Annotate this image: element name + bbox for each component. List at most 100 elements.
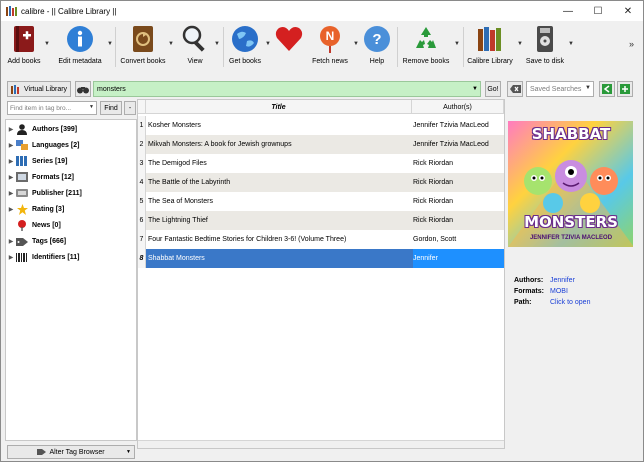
book-title[interactable]: Four Fantastic Bedtime Stories for Child… <box>148 230 410 249</box>
help-button[interactable]: ? Help <box>361 21 393 73</box>
calibre-library-dropdown-icon[interactable]: ▼ <box>517 41 523 47</box>
table-row[interactable]: 1 Kosher Monsters Jennifer Tzivia MacLeo… <box>138 116 504 135</box>
book-cover[interactable]: SHABBAT MONSTERS JENNIFER TZIVIA MACLEOD <box>508 121 634 247</box>
view-dropdown-icon[interactable]: ▼ <box>214 41 220 47</box>
expand-arrow-icon[interactable]: ▶ <box>6 206 16 213</box>
authors-column-header[interactable]: Author(s) <box>412 100 504 114</box>
tag-category-rating[interactable]: ▶ Rating [3] <box>6 202 136 216</box>
expand-arrow-icon[interactable]: ▶ <box>6 190 16 197</box>
save-to-disk-button[interactable]: Save to disk <box>525 21 565 73</box>
path-link[interactable]: Click to open <box>550 299 590 310</box>
title-column-header[interactable]: Title <box>146 100 412 114</box>
table-row[interactable]: 5 The Sea of Monsters Rick Riordan <box>138 192 504 211</box>
maximize-button[interactable]: ☐ <box>583 1 613 21</box>
star-icon <box>16 203 28 215</box>
table-row[interactable]: 6 The Lightning Thief Rick Riordan <box>138 211 504 230</box>
expand-arrow-icon[interactable]: ▶ <box>6 126 16 133</box>
globe-icon <box>232 26 258 52</box>
details-scrollbar[interactable] <box>633 99 641 449</box>
search-bar: Virtual Library monsters ▼ Go! Saved Sea… <box>1 79 643 99</box>
book-title[interactable]: Shabbat Monsters <box>148 249 410 268</box>
add-books-dropdown-icon[interactable]: ▼ <box>44 41 50 47</box>
table-row[interactable]: 3 The Demigod Files Rick Riordan <box>138 154 504 173</box>
remove-books-dropdown-icon[interactable]: ▼ <box>454 41 460 47</box>
virtual-library-button[interactable]: Virtual Library <box>7 81 71 97</box>
close-button[interactable]: ✕ <box>613 1 643 21</box>
get-books-dropdown-icon[interactable]: ▼ <box>265 41 271 47</box>
calibre-library-button[interactable]: Calibre Library <box>465 21 515 73</box>
saved-searches-select[interactable]: Saved Searches ▼ <box>526 81 594 97</box>
get-books-button[interactable]: Get books <box>227 21 263 73</box>
book-author[interactable]: Gordon, Scott <box>413 230 504 249</box>
library-small-icon <box>11 84 19 94</box>
fetch-news-dropdown-icon[interactable]: ▼ <box>353 41 359 47</box>
go-button[interactable]: Go! <box>485 81 501 97</box>
book-author[interactable]: Rick Riordan <box>413 211 504 230</box>
book-author[interactable]: Rick Riordan <box>413 154 504 173</box>
find-item-input[interactable]: Find item in tag bro... ▼ <box>7 101 97 115</box>
book-title[interactable]: Kosher Monsters <box>148 116 410 135</box>
authors-link[interactable]: Jennifer <box>550 277 575 288</box>
add-books-button[interactable]: Add books <box>7 21 41 73</box>
table-row[interactable]: 7 Four Fantastic Bedtime Stories for Chi… <box>138 230 504 249</box>
edit-metadata-dropdown-icon[interactable]: ▼ <box>107 41 113 47</box>
table-row-selected[interactable]: 8 Shabbat Monsters Jennifer <box>138 249 504 268</box>
table-row[interactable]: 4 The Battle of the Labyrinth Rick Riord… <box>138 173 504 192</box>
book-author[interactable]: Rick Riordan <box>413 173 504 192</box>
book-title[interactable]: The Lightning Thief <box>148 211 410 230</box>
tag-category-identifiers[interactable]: ▶ Identifiers [11] <box>6 250 136 264</box>
book-author[interactable]: Jennifer Tzivia MacLeod <box>413 116 504 135</box>
table-horizontal-scrollbar[interactable] <box>138 440 504 448</box>
book-title[interactable]: The Battle of the Labyrinth <box>148 173 410 192</box>
formats-link[interactable]: MOBI <box>550 288 568 299</box>
tag-category-news[interactable]: News [0] <box>6 218 136 232</box>
edit-metadata-button[interactable]: Edit metadata <box>55 21 105 73</box>
tag-category-authors[interactable]: ▶ Authors [399] <box>6 122 136 136</box>
save-to-disk-dropdown-icon[interactable]: ▼ <box>568 41 574 47</box>
calibre-window: calibre - || Calibre Library || — ☐ ✕ Ad… <box>0 0 644 462</box>
view-label: View <box>187 58 203 65</box>
tag-category-tags[interactable]: ▶ Tags [666] <box>6 234 136 248</box>
alter-tag-browser-button[interactable]: Alter Tag Browser ▼ <box>7 445 135 459</box>
pin-icon <box>16 219 28 231</box>
search-options-button[interactable] <box>75 81 91 97</box>
find-button[interactable]: Find <box>100 101 122 115</box>
search-input[interactable]: monsters <box>93 81 481 97</box>
tag-category-publisher[interactable]: ▶ Publisher [211] <box>6 186 136 200</box>
book-author[interactable]: Rick Riordan <box>413 192 504 211</box>
window-title: calibre - || Calibre Library || <box>21 6 117 16</box>
help-icon: ? <box>364 26 390 52</box>
expand-arrow-icon[interactable]: ▶ <box>6 174 16 181</box>
save-search-button[interactable] <box>617 81 633 97</box>
view-button[interactable]: View <box>179 21 211 73</box>
book-author[interactable]: Jennifer <box>413 249 504 268</box>
expand-arrow-icon[interactable]: ▶ <box>6 238 16 245</box>
table-row[interactable]: 2 Mikvah Monsters: A book for Jewish gro… <box>138 135 504 154</box>
minimize-button[interactable]: — <box>553 1 583 21</box>
person-icon <box>16 123 28 135</box>
book-title[interactable]: Mikvah Monsters: A book for Jewish grown… <box>148 135 410 154</box>
convert-books-dropdown-icon[interactable]: ▼ <box>168 41 174 47</box>
book-title[interactable]: The Demigod Files <box>148 154 410 173</box>
expand-arrow-icon[interactable]: ▶ <box>6 158 16 165</box>
search-history-dropdown-icon[interactable]: ▼ <box>469 81 481 97</box>
expand-arrow-icon[interactable]: ▶ <box>6 142 16 149</box>
copy-search-button[interactable] <box>599 81 615 97</box>
remove-books-button[interactable]: Remove books <box>401 21 451 73</box>
fetch-news-button[interactable]: N Fetch news <box>309 21 351 73</box>
tag-category-formats[interactable]: ▶ Formats [12] <box>6 170 136 184</box>
saved-searches-placeholder: Saved Searches <box>530 85 582 93</box>
expand-arrow-icon[interactable]: ▶ <box>6 254 16 261</box>
formats-label: Formats: <box>514 288 544 295</box>
toolbar-overflow-icon[interactable]: » <box>629 39 634 49</box>
book-title[interactable]: The Sea of Monsters <box>148 192 410 211</box>
tag-category-languages[interactable]: ▶ Languages [2] <box>6 138 136 152</box>
book-author[interactable]: Jennifer Tzivia MacLeod <box>413 135 504 154</box>
donate-button[interactable] <box>273 21 305 73</box>
tag-category-label: Publisher [211] <box>32 189 82 197</box>
convert-books-button[interactable]: Convert books <box>119 21 167 73</box>
info-icon <box>67 26 93 52</box>
clear-search-button[interactable] <box>507 81 523 97</box>
tag-category-series[interactable]: ▶ Series [19] <box>6 154 136 168</box>
collapse-all-button[interactable]: - <box>124 101 136 115</box>
